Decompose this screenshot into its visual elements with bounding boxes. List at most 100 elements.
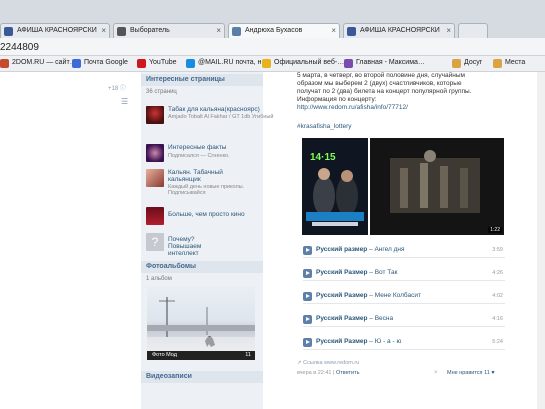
- album-count: 11: [245, 352, 251, 358]
- interesting-pages-header[interactable]: Интересные страницы: [141, 74, 263, 86]
- audio-track[interactable]: Русский Размер – Мене Колбасит 4:02: [303, 290, 505, 304]
- bookmark-maxima[interactable]: Главная - Максима…: [344, 59, 425, 68]
- videos-header[interactable]: Видеозаписи: [141, 371, 263, 383]
- close-icon[interactable]: ×: [446, 24, 451, 38]
- group-avatar[interactable]: [146, 207, 164, 225]
- tab-vybiratel[interactable]: Выборатель ×: [113, 23, 225, 38]
- track-title[interactable]: Русский Размер – Вот Так: [316, 269, 397, 276]
- bookmark-gmail[interactable]: Почта Google: [72, 59, 128, 68]
- group-avatar[interactable]: [146, 106, 164, 124]
- track-name[interactable]: Ангел дня: [374, 246, 404, 253]
- close-icon[interactable]: ×: [331, 24, 336, 38]
- group-item[interactable]: Табак для кальяна(красноярс) Amjado Toba…: [146, 106, 273, 134]
- group-avatar[interactable]: [146, 169, 164, 187]
- track-name[interactable]: Весна: [375, 315, 393, 322]
- group-name[interactable]: Почему? Повышаем интеллект: [168, 236, 228, 257]
- play-icon[interactable]: [303, 292, 312, 301]
- group-item[interactable]: Интересные факты Подписался — Сгненко.: [146, 144, 261, 172]
- bookmark-mailru[interactable]: @MAIL.RU почта, н…: [186, 59, 269, 68]
- like-button[interactable]: Мне нравится 11 ♥: [447, 370, 495, 376]
- tab-label: Андрюха Бухасов: [245, 27, 303, 34]
- group-item[interactable]: Кальян. Табачный кальянщик Каждый день н…: [146, 169, 261, 197]
- paw-icon: [117, 27, 126, 36]
- video-duration: 1:22: [488, 227, 502, 233]
- group-desc: Amjado Tobalt Al Fakhar / GT 1db Угибный: [168, 114, 274, 120]
- site-icon: [344, 59, 353, 68]
- svg-text:14·15: 14·15: [310, 152, 336, 163]
- play-icon[interactable]: [303, 269, 312, 278]
- album-thumbnail[interactable]: Фото Мод 11: [147, 287, 255, 360]
- address-bar[interactable]: 2244809: [0, 38, 545, 56]
- winter-scene-image: [147, 297, 255, 351]
- audio-track[interactable]: Русский размер – Ангел дня 3:59: [303, 244, 505, 258]
- play-icon[interactable]: [303, 315, 312, 324]
- tab-afisha-2[interactable]: АФИША КРАСНОЯРСКИ ×: [343, 23, 455, 38]
- video-frame: [370, 138, 504, 235]
- post-meta: вчера в 22:41 | Ответить: [297, 370, 360, 376]
- group-item[interactable]: ? Почему? Повышаем интеллект: [146, 233, 261, 261]
- tab-profile[interactable]: Андрюха Бухасов ×: [228, 23, 340, 38]
- bookmark-label: Официальный веб-…: [274, 59, 345, 66]
- page-scrollbar[interactable]: [537, 72, 545, 409]
- reply-link[interactable]: Ответить: [336, 370, 360, 376]
- audio-track[interactable]: Русский Размер – Ю - а - ю 5:24: [303, 336, 505, 350]
- track-title[interactable]: Русский Размер – Весна: [316, 315, 393, 322]
- track-artist[interactable]: Русский Размер: [316, 315, 367, 322]
- post-text-line: получат по 2 (два) билета на концерт поп…: [297, 88, 472, 95]
- post-time[interactable]: вчера в 22:41: [297, 370, 331, 376]
- tab-afisha-1[interactable]: АФИША КРАСНОЯРСКИ ×: [0, 23, 110, 38]
- photo-albums-count: 1 альбом: [146, 276, 172, 282]
- bookmark-label: @MAIL.RU почта, н…: [198, 59, 269, 66]
- post-source-text[interactable]: Ссылка www.redom.ru: [303, 360, 359, 366]
- track-artist[interactable]: Русский Размер: [316, 338, 367, 345]
- audio-track[interactable]: Русский Размер – Вот Так 4:26: [303, 267, 505, 281]
- mail-icon: [186, 59, 195, 68]
- track-title[interactable]: Русский размер – Ангел дня: [316, 246, 405, 253]
- counter-text[interactable]: +18 ⓘ: [108, 83, 126, 92]
- post-text-line: образом мы выберем 2 (двух) счастливчико…: [297, 80, 462, 87]
- video-thumbnail[interactable]: 1:22: [370, 138, 504, 235]
- group-name[interactable]: Интересные факты: [168, 144, 226, 151]
- track-name[interactable]: Вот Так: [375, 269, 398, 276]
- bookmark-folder-mesta[interactable]: Места: [493, 59, 525, 68]
- audio-track[interactable]: Русский Размер – Весна 4:16: [303, 313, 505, 327]
- bookmark-2dom[interactable]: 2DOM.RU — сайт…: [0, 59, 77, 68]
- poster-image[interactable]: 14·15: [302, 138, 368, 235]
- close-icon[interactable]: ×: [101, 24, 106, 38]
- group-avatar[interactable]: [146, 144, 164, 162]
- bookmark-label: Досуг: [464, 59, 483, 66]
- group-name[interactable]: Табак для кальяна(красноярс): [168, 106, 260, 113]
- bookmark-official[interactable]: Официальный веб-…: [262, 59, 345, 68]
- play-icon[interactable]: [303, 246, 312, 255]
- wall-post: 5 марта, в четверг, во второй половине д…: [297, 72, 507, 409]
- bookmark-label: 2DOM.RU — сайт…: [12, 59, 77, 66]
- heart-icon: ♥: [491, 370, 495, 376]
- track-artist[interactable]: Русский Размер: [316, 269, 367, 276]
- bookmarks-bar: 2DOM.RU — сайт… Почта Google YouTube @MA…: [0, 56, 545, 72]
- photo-albums-header[interactable]: Фотоальбомы: [141, 261, 263, 273]
- track-artist[interactable]: Русский размер: [316, 246, 367, 253]
- new-tab-button[interactable]: [458, 23, 488, 38]
- post-link[interactable]: http://www.redom.ru/afisha/info/77712/: [297, 104, 408, 111]
- track-name[interactable]: Ю - а - ю: [375, 338, 402, 345]
- close-icon[interactable]: ×: [434, 370, 438, 376]
- like-count[interactable]: Мне нравится 11: [447, 370, 490, 376]
- browser-tab-bar: АФИША КРАСНОЯРСКИ × Выборатель × Андрюха…: [0, 0, 545, 42]
- menu-icon[interactable]: ☰: [121, 97, 128, 106]
- bookmark-label: Почта Google: [84, 59, 128, 66]
- post-hashtag[interactable]: #krasafisha_lottery: [297, 123, 352, 130]
- close-icon[interactable]: ×: [216, 24, 221, 38]
- track-title[interactable]: Русский Размер – Ю - а - ю: [316, 338, 401, 345]
- group-item[interactable]: Больше, чем просто кино: [146, 207, 261, 235]
- bookmark-youtube[interactable]: YouTube: [137, 59, 177, 68]
- track-name[interactable]: Мене Колбасит: [375, 292, 421, 299]
- track-artist[interactable]: Русский Размер: [316, 292, 367, 299]
- track-title[interactable]: Русский Размер – Мене Колбасит: [316, 292, 421, 299]
- tab-label: Выборатель: [130, 27, 170, 34]
- question-icon[interactable]: ?: [146, 233, 164, 251]
- post-source[interactable]: ➚ Ссылка www.redom.ru: [297, 360, 359, 366]
- bookmark-folder-dosug[interactable]: Досуг: [452, 59, 483, 68]
- play-icon[interactable]: [303, 338, 312, 347]
- group-name[interactable]: Больше, чем просто кино: [168, 211, 245, 218]
- group-name[interactable]: Кальян. Табачный кальянщик: [168, 169, 238, 183]
